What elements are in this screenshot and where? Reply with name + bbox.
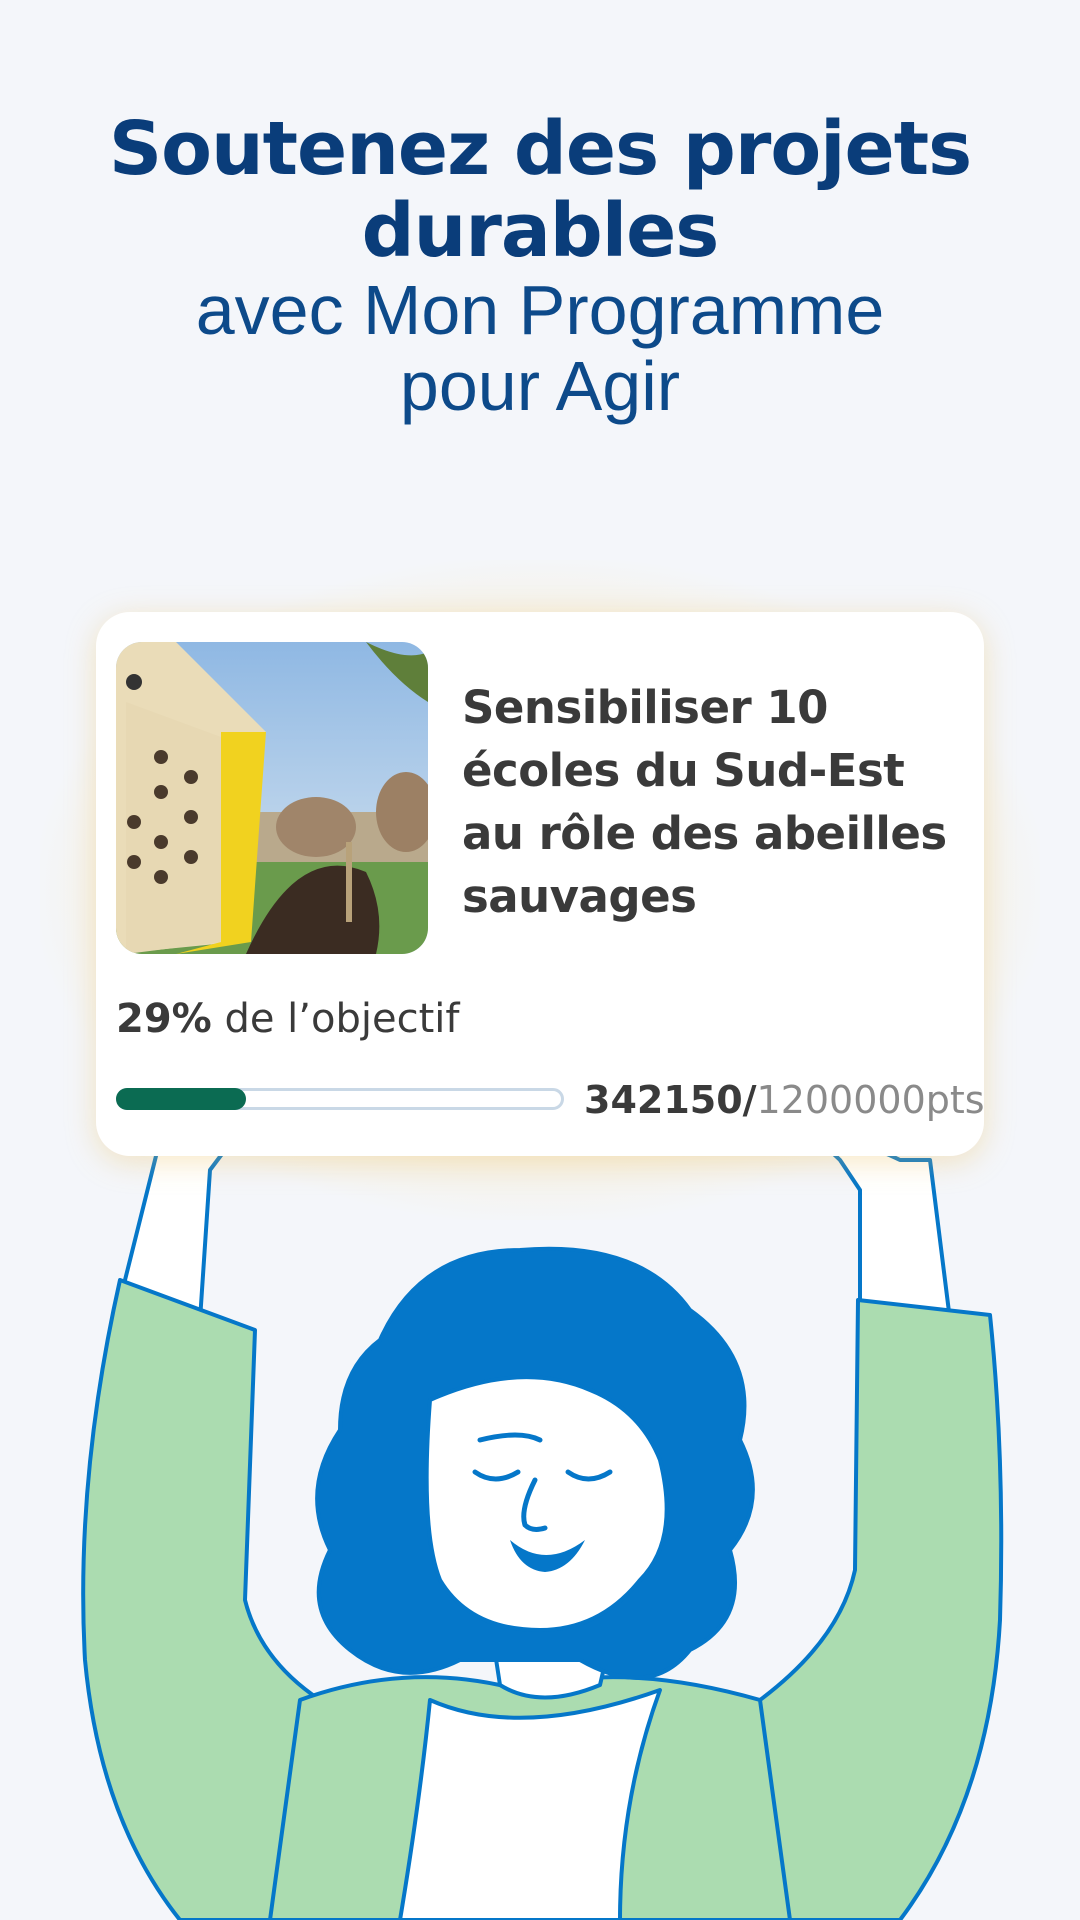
objective-percent: 29%	[116, 996, 212, 1042]
progress-bar	[116, 1088, 564, 1110]
objective-suffix: de l’objectif	[211, 996, 460, 1042]
project-title: Sensibiliser 10 écoles du Sud-Est au rôl…	[462, 681, 947, 923]
face	[424, 1375, 669, 1632]
project-image	[116, 642, 428, 954]
progress-fill	[116, 1088, 246, 1110]
points-current: 342150/	[584, 1078, 757, 1122]
shirt	[398, 1688, 662, 1920]
points-counter: 342150/1200000pts	[584, 1078, 985, 1122]
headline-light-line-1: avec Mon Programme	[195, 271, 885, 349]
objective-text: 29% de l’objectif	[116, 996, 459, 1042]
headline: Soutenez des projets durables avec Mon P…	[0, 108, 1080, 424]
headline-bold-line-1: Soutenez des projets	[108, 106, 972, 192]
woman-illustration	[81, 1100, 1004, 1920]
headline-bold-line-2: durables	[361, 188, 720, 274]
headline-light-line-2: pour Agir	[399, 347, 681, 425]
points-total: 1200000pts	[756, 1078, 985, 1122]
project-card[interactable]: Sensibiliser 10 écoles du Sud-Est au rôl…	[96, 612, 985, 1156]
